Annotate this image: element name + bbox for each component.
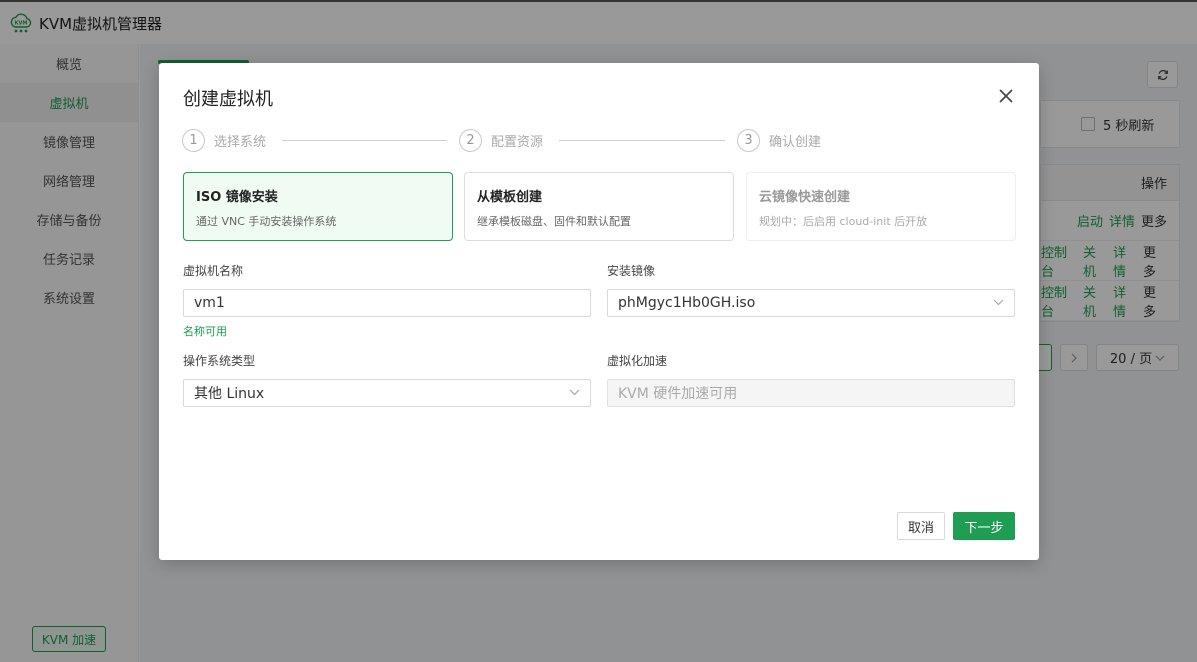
- close-button[interactable]: [995, 85, 1017, 107]
- vm-name-value: vm1: [194, 295, 225, 311]
- os-type-select[interactable]: 其他 Linux: [183, 379, 591, 407]
- vm-name-label: 虚拟机名称: [183, 264, 244, 278]
- image-value: phMgyc1Hb0GH.iso: [618, 295, 756, 311]
- card-template-create[interactable]: 从模板创建 继承模板磁盘、固件和默认配置: [464, 172, 734, 241]
- card-desc: 通过 VNC 手动安装操作系统: [196, 215, 337, 228]
- next-step-button[interactable]: 下一步: [953, 512, 1015, 540]
- step-connector: [559, 140, 725, 141]
- card-title: ISO 镜像安装: [196, 190, 278, 205]
- card-cloud-image: 云镜像快速创建 规划中：后启用 cloud-init 后开放: [746, 172, 1016, 241]
- create-vm-dialog: 创建虚拟机 1 选择系统 2 配置资源 3 确认创建 ISO 镜像安装 通过 V…: [159, 63, 1039, 560]
- step-label: 配置资源: [491, 135, 544, 150]
- os-type-value: 其他 Linux: [194, 386, 265, 402]
- accel-input: KVM 硬件加速可用: [607, 379, 1015, 407]
- install-method-cards: ISO 镜像安装 通过 VNC 手动安装操作系统 从模板创建 继承模板磁盘、固件…: [183, 172, 1016, 241]
- accel-label: 虚拟化加速: [607, 354, 668, 368]
- wizard-steps: 1 选择系统 2 配置资源 3 确认创建: [182, 129, 842, 153]
- vm-name-hint: 名称可用: [183, 325, 227, 338]
- step-label: 确认创建: [769, 135, 822, 150]
- card-desc: 继承模板磁盘、固件和默认配置: [477, 215, 631, 228]
- step-2: 2 配置资源: [459, 129, 543, 152]
- card-iso-install[interactable]: ISO 镜像安装 通过 VNC 手动安装操作系统: [183, 172, 453, 241]
- step-number: 2: [459, 129, 482, 152]
- image-select[interactable]: phMgyc1Hb0GH.iso: [607, 289, 1015, 317]
- step-number: 3: [737, 129, 760, 152]
- cancel-button[interactable]: 取消: [897, 512, 945, 540]
- os-type-label: 操作系统类型: [183, 354, 256, 368]
- step-label: 选择系统: [214, 135, 267, 150]
- step-number: 1: [182, 129, 205, 152]
- card-desc: 规划中：后启用 cloud-init 后开放: [759, 215, 928, 228]
- chevron-down-icon: [993, 299, 1004, 306]
- dialog-title: 创建虚拟机: [183, 89, 273, 110]
- chevron-down-icon: [569, 389, 580, 396]
- close-icon: [999, 89, 1013, 103]
- step-connector: [282, 140, 447, 141]
- image-label: 安装镜像: [607, 264, 656, 278]
- vm-name-input[interactable]: vm1: [183, 289, 591, 317]
- step-1: 1 选择系统: [182, 129, 266, 152]
- step-3: 3 确认创建: [737, 129, 821, 152]
- card-title: 从模板创建: [477, 190, 543, 205]
- card-title: 云镜像快速创建: [759, 190, 851, 205]
- accel-value: KVM 硬件加速可用: [618, 386, 738, 402]
